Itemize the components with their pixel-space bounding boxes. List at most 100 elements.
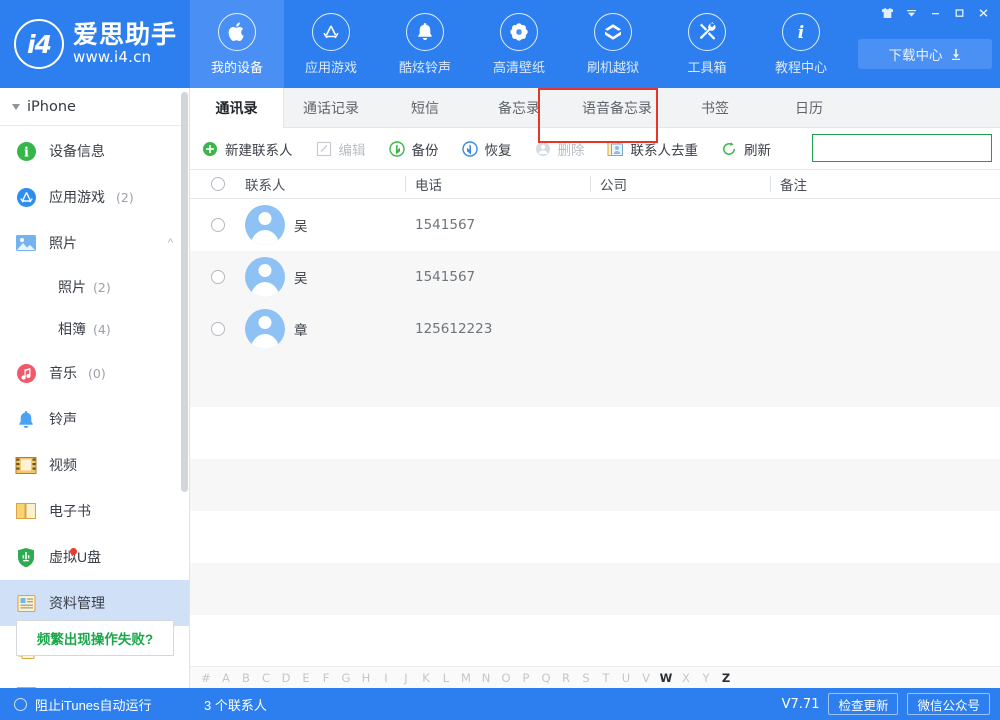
help-button[interactable]: 频繁出现操作失败? bbox=[16, 620, 174, 656]
sidebar-subitem-albums[interactable]: 相簿 (4) bbox=[0, 308, 189, 350]
tab-label: 备忘录 bbox=[498, 98, 540, 118]
download-icon bbox=[950, 48, 962, 61]
status-bar-right: V7.71 检查更新 微信公众号 bbox=[782, 693, 1000, 715]
alpha-o[interactable]: O bbox=[496, 671, 516, 685]
tab-calendar[interactable]: 日历 bbox=[762, 88, 856, 128]
tab-bookmarks[interactable]: 书签 bbox=[668, 88, 762, 128]
alpha-c[interactable]: C bbox=[256, 671, 276, 685]
tab-label: 通话记录 bbox=[303, 98, 359, 118]
tab-sms[interactable]: 短信 bbox=[378, 88, 472, 128]
close-icon[interactable] bbox=[972, 3, 994, 23]
alpha-s[interactable]: S bbox=[576, 671, 596, 685]
alpha-j[interactable]: J bbox=[396, 671, 416, 685]
contacts-table: 吴 1541567 吴 1541567 章 bbox=[190, 199, 1000, 667]
nav-item-toolbox[interactable]: 工具箱 bbox=[660, 0, 754, 88]
sidebar-scrollbar[interactable] bbox=[181, 92, 188, 492]
itunes-toggle[interactable]: 阻止iTunes自动运行 bbox=[0, 688, 190, 720]
sidebar-subitem-photos[interactable]: 照片 (2) bbox=[0, 266, 189, 308]
tab-voice-memos[interactable]: 语音备忘录 bbox=[566, 88, 668, 128]
toolbar-label: 删除 bbox=[558, 139, 585, 159]
nav-item-my-device[interactable]: 我的设备 bbox=[190, 0, 284, 88]
edit-icon bbox=[315, 140, 333, 158]
radio-icon[interactable] bbox=[211, 218, 225, 232]
backup-button[interactable]: 备份 bbox=[377, 128, 450, 170]
top-header-bar: i4 爱思助手 www.i4.cn 我的设备 应用游戏 bbox=[0, 0, 1000, 88]
alpha-p[interactable]: P bbox=[516, 671, 536, 685]
nav-item-wallpapers[interactable]: 高清壁纸 bbox=[472, 0, 566, 88]
alpha-x[interactable]: X bbox=[676, 671, 696, 685]
tab-notes[interactable]: 备忘录 bbox=[472, 88, 566, 128]
nav-item-tutorials[interactable]: i 教程中心 bbox=[754, 0, 848, 88]
alpha-q[interactable]: Q bbox=[536, 671, 556, 685]
alpha-y[interactable]: Y bbox=[696, 671, 716, 685]
column-header-company[interactable]: 公司 bbox=[600, 170, 780, 199]
alpha-n[interactable]: N bbox=[476, 671, 496, 685]
alpha-i[interactable]: I bbox=[376, 671, 396, 685]
table-row[interactable]: 吴 1541567 bbox=[190, 251, 1000, 303]
column-header-name[interactable]: 联系人 bbox=[245, 170, 415, 199]
alpha-l[interactable]: L bbox=[436, 671, 456, 685]
alpha-b[interactable]: B bbox=[236, 671, 256, 685]
alpha-u[interactable]: U bbox=[616, 671, 636, 685]
alpha-z[interactable]: Z bbox=[716, 671, 736, 685]
wechat-button[interactable]: 微信公众号 bbox=[907, 693, 990, 715]
radio-icon[interactable] bbox=[211, 177, 225, 191]
alpha-f[interactable]: F bbox=[316, 671, 336, 685]
alpha-k[interactable]: K bbox=[416, 671, 436, 685]
select-all-checkbox[interactable] bbox=[190, 177, 245, 191]
sidebar-item-photos[interactable]: 照片 ^ bbox=[0, 220, 189, 266]
nav-item-apps-games[interactable]: 应用游戏 bbox=[284, 0, 378, 88]
radio-icon[interactable] bbox=[211, 270, 225, 284]
alpha-e[interactable]: E bbox=[296, 671, 316, 685]
refresh-button[interactable]: 刷新 bbox=[709, 128, 782, 170]
sidebar-item-ringtones[interactable]: 铃声 bbox=[0, 396, 189, 442]
column-header-note[interactable]: 备注 bbox=[780, 170, 960, 199]
alpha-t[interactable]: T bbox=[596, 671, 616, 685]
new-contact-button[interactable]: 新建联系人 bbox=[190, 128, 304, 170]
device-selector[interactable]: iPhone bbox=[0, 88, 189, 126]
alpha-v[interactable]: V bbox=[636, 671, 656, 685]
maximize-icon[interactable] bbox=[948, 3, 970, 23]
sidebar-scrollbar-thumb[interactable] bbox=[181, 92, 188, 492]
row-checkbox[interactable] bbox=[190, 218, 245, 232]
logo-text: i4 bbox=[27, 30, 51, 59]
row-checkbox[interactable] bbox=[190, 270, 245, 284]
sidebar-item-videos[interactable]: 视频 bbox=[0, 442, 189, 488]
dedupe-contacts-button[interactable]: 联系人去重 bbox=[596, 128, 710, 170]
tab-call-history[interactable]: 通话记录 bbox=[284, 88, 378, 128]
alpha-g[interactable]: G bbox=[336, 671, 356, 685]
sidebar-item-music[interactable]: 音乐 (0) bbox=[0, 350, 189, 396]
alpha-w[interactable]: W bbox=[656, 671, 676, 685]
restore-button[interactable]: 恢复 bbox=[450, 128, 523, 170]
window-controls bbox=[876, 3, 994, 23]
sidebar-item-ebooks[interactable]: 电子书 bbox=[0, 488, 189, 534]
sidebar-item-virtual-usb[interactable]: 虚拟U盘 bbox=[0, 534, 189, 580]
alpha-r[interactable]: R bbox=[556, 671, 576, 685]
column-header-phone[interactable]: 电话 bbox=[415, 170, 600, 199]
nav-label: 应用游戏 bbox=[305, 57, 357, 76]
nav-item-ringtones[interactable]: 酷炫铃声 bbox=[378, 0, 472, 88]
table-row[interactable]: 吴 1541567 bbox=[190, 199, 1000, 251]
chevron-down-icon[interactable] bbox=[900, 3, 922, 23]
search-input[interactable] bbox=[813, 136, 1000, 160]
table-row[interactable]: 章 125612223 bbox=[190, 303, 1000, 355]
appstore-icon bbox=[14, 185, 38, 209]
empty-row bbox=[190, 407, 1000, 459]
tab-bar: 通讯录 通话记录 短信 备忘录 语音备忘录 书签 日历 bbox=[190, 88, 1000, 128]
skin-icon[interactable] bbox=[876, 3, 898, 23]
search-box[interactable] bbox=[812, 134, 992, 162]
sidebar-item-device-info[interactable]: i 设备信息 bbox=[0, 128, 189, 174]
alpha-m[interactable]: M bbox=[456, 671, 476, 685]
sidebar-item-apps-games[interactable]: 应用游戏 (2) bbox=[0, 174, 189, 220]
check-update-button[interactable]: 检查更新 bbox=[828, 693, 898, 715]
nav-item-jailbreak[interactable]: 刷机越狱 bbox=[566, 0, 660, 88]
download-center-button[interactable]: 下载中心 bbox=[858, 39, 992, 69]
alpha-hash[interactable]: # bbox=[196, 671, 216, 685]
alpha-a[interactable]: A bbox=[216, 671, 236, 685]
minimize-icon[interactable] bbox=[924, 3, 946, 23]
alpha-d[interactable]: D bbox=[276, 671, 296, 685]
alpha-h[interactable]: H bbox=[356, 671, 376, 685]
row-checkbox[interactable] bbox=[190, 322, 245, 336]
radio-icon[interactable] bbox=[211, 322, 225, 336]
tab-contacts[interactable]: 通讯录 bbox=[190, 88, 284, 128]
